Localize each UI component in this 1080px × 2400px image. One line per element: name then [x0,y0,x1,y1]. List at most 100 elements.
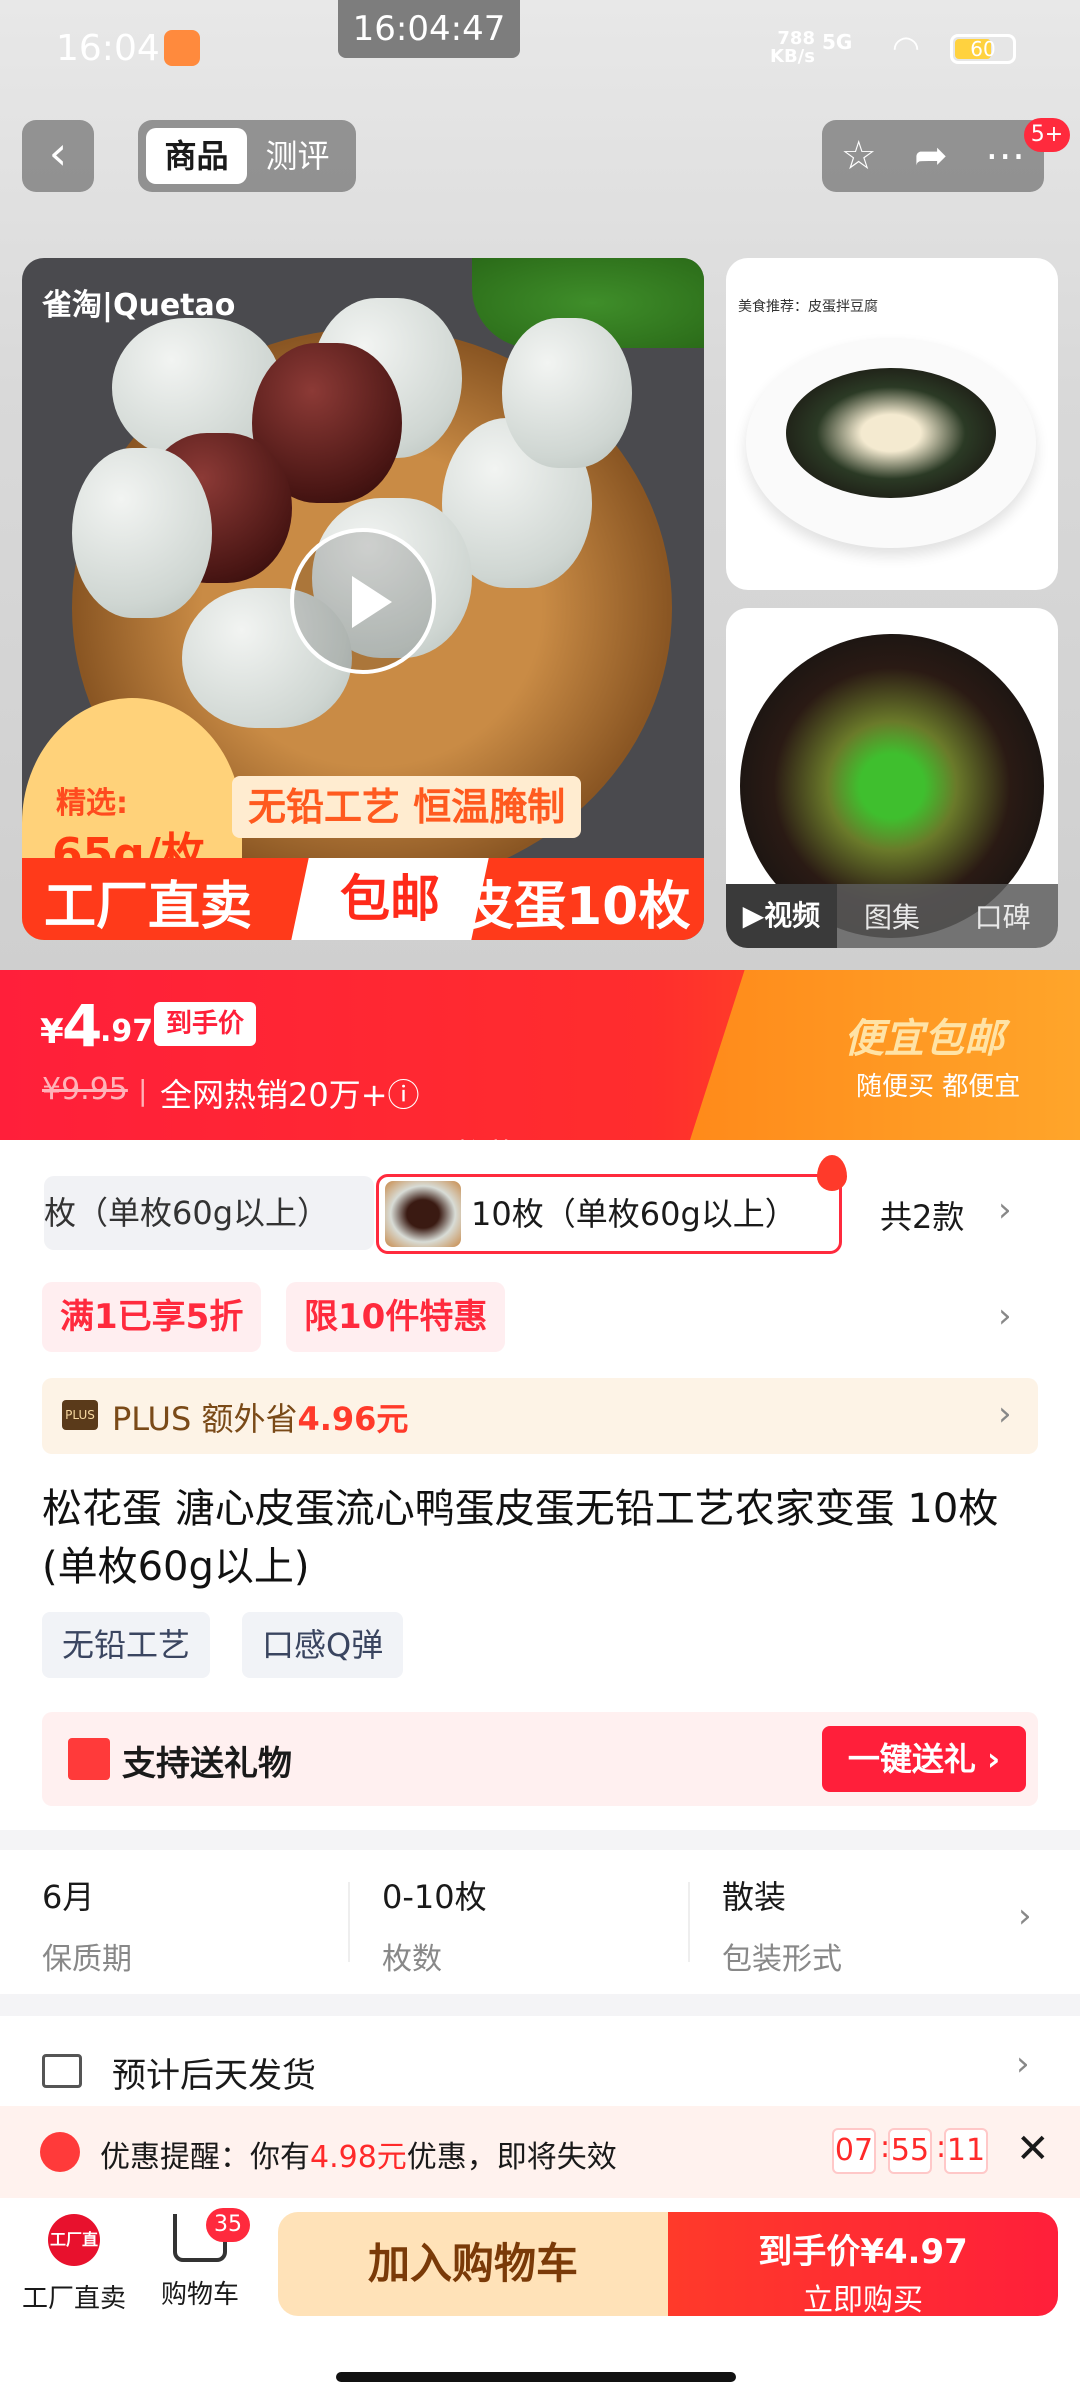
price-banner: ¥ 4 .97 到手价 ¥9.95 | 全网热销20万+ⓘ 便宜包邮 随便买 都… [0,970,1080,1140]
hot-fire-icon [817,1155,847,1191]
cart-badge: 35 [206,2208,250,2242]
buy-label: 立即购买 [803,2283,923,2318]
promo-factory-text: 工厂直卖 [44,877,253,937]
plus-savings-row[interactable]: PLUS PLUS 额外省4.96元 › [42,1378,1038,1454]
promo-craft-text: 无铅工艺 恒温腌制 [232,776,582,838]
sku-total[interactable]: 共2款 [880,1192,964,1238]
network-speed: 788 KB/s [770,28,815,67]
sku-selected-label: 10枚（单枚60g以上） [471,1195,797,1233]
cart-button[interactable]: 35 购物车 [140,2208,260,2311]
top-actions: ☆ ➦ ⋯ [822,120,1044,192]
app-mascot-icon [164,30,200,66]
sales-count[interactable]: 全网热销20万+ⓘ [160,1070,420,1116]
gift-row: 支持送礼物 一键送礼 › [42,1712,1038,1806]
gift-icon [68,1738,110,1780]
final-price-tag: 到手价 [154,1002,257,1046]
feature-tag: 口感Q弹 [242,1612,404,1678]
price-decimal: .97 [100,1014,154,1049]
countdown-hours: 07 [832,2128,876,2174]
media-tab-video[interactable]: ▶视频 [726,884,837,948]
tab-review[interactable]: 测评 [247,128,348,184]
divider [348,1882,350,1962]
home-indicator[interactable] [336,2372,736,2382]
chevron-right-icon: › [998,1394,1012,1434]
product-info: 榴莲 枚（单枚60g以上） 10枚（单枚60g以上） 共2款 › 满1已享5折 … [0,1138,1080,1830]
plus-icon: PLUS [62,1400,98,1430]
chevron-left-icon: ‹ [48,126,68,180]
sku-thumbnail [385,1181,461,1247]
favorite-star-icon[interactable]: ☆ [841,133,877,179]
spec-shelf-life: 6月 保质期 [42,1878,132,1977]
spec-packaging: 散装 包装形式 [722,1878,842,1977]
side-caption: 美食推荐：皮蛋拌豆腐 [738,299,878,315]
media-tabs: ▶视频 图集 口碑 [726,884,1058,948]
spec-count: 0-10枚 枚数 [382,1878,487,1977]
factory-label: 工厂直卖 [21,2284,126,2314]
share-icon[interactable]: ➦ [914,133,948,179]
status-time: 16:04 [56,28,160,69]
notification-badge: 5+ [1024,118,1070,152]
brand-logo: 雀淘|Quetao [42,288,236,323]
gift-text: 支持送礼物 [122,1744,292,1784]
divider [688,1882,690,1962]
feature-tag: 无铅工艺 [42,1612,211,1678]
status-bar: 16:04 16:04:47 788 KB/s 5G ◠ 60 [0,0,1080,100]
sku-option-selected[interactable]: 10枚（单枚60g以上） [376,1155,847,1254]
promo-tag-discount[interactable]: 满1已享5折 [42,1282,262,1352]
plus-text: PLUS 额外省4.96元 [112,1400,409,1438]
tab-product[interactable]: 商品 [146,128,247,184]
countdown-seconds: 11 [944,2128,988,2174]
food-image [786,368,996,498]
coupon-reminder: 优惠提醒：你有4.98元优惠，即将失效 07 : 55 : 11 ✕ [0,2106,1080,2198]
reminder-text: 优惠提醒：你有4.98元优惠，即将失效 [100,2140,617,2175]
app-root: 16:04 16:04:47 788 KB/s 5G ◠ 60 ‹ 商品 测评 ☆… [0,0,1080,2400]
chevron-right-icon[interactable]: › [998,1296,1012,1336]
truck-icon [42,2054,82,2088]
add-to-cart-button[interactable]: 加入购物车 [278,2212,668,2316]
wifi-icon: ◠ [892,28,920,66]
chevron-right-icon[interactable]: › [998,1190,1012,1230]
product-title: 松花蛋 溏心皮蛋流心鸭蛋皮蛋无铅工艺农家变蛋 10枚(单枚60g以上) [42,1486,999,1590]
bottom-action-bar: 工厂直卖 工厂直卖 35 购物车 加入购物车 到手价¥4.97 立即购买 [0,2198,1080,2400]
product-header-area: 16:04 16:04:47 788 KB/s 5G ◠ 60 ‹ 商品 测评 ☆… [0,0,1080,970]
egg-image [502,318,632,468]
back-button[interactable]: ‹ [22,120,94,192]
factory-direct-button[interactable]: 工厂直卖 工厂直卖 [14,2214,134,2315]
watermark-text: 榴莲 [456,1138,516,1173]
battery-icon: 60 [950,34,1016,64]
media-tab-gallery[interactable]: 图集 [837,896,948,936]
side-image-tofu[interactable]: 美食推荐：皮蛋拌豆腐 [726,258,1058,590]
promo-count-text: 皮蛋10枚 [462,877,691,937]
buy-now-button[interactable]: 到手价¥4.97 立即购买 [668,2212,1058,2318]
sku-option-other[interactable]: 枚（单枚60g以上） [44,1176,374,1250]
more-icon[interactable]: ⋯ [985,133,1025,179]
chevron-right-icon: › [1018,1896,1032,1936]
buy-price: 到手价¥4.97 [758,2232,968,2272]
promo-tag-limited[interactable]: 限10件特惠 [286,1282,506,1352]
price-integer: 4 [62,992,103,1060]
clock-icon [40,2132,80,2172]
promo-right-subtitle: 随便买 都便宜 [856,1072,1021,1102]
egg-image [72,448,212,618]
price-currency: ¥ [40,1012,64,1052]
shipping-text: 预计后天发货 [112,2056,316,2096]
promo-free-badge: 包邮 [291,858,489,940]
factory-icon: 工厂直卖 [48,2214,100,2301]
play-video-icon[interactable] [290,528,436,674]
original-price: ¥9.95 [42,1072,128,1107]
chevron-right-icon: › [1016,2044,1030,2084]
promo-red-strip: 工厂直卖 包邮 皮蛋10枚 [22,858,704,940]
screen-recorder-time: 16:04:47 [338,0,520,58]
promo-select-text: 精选: [56,786,128,821]
main-product-image[interactable]: 雀淘|Quetao 精选: 65g/枚 无铅工艺 恒温腌制 工厂直卖 包邮 皮蛋… [22,258,704,940]
countdown-minutes: 55 [888,2128,932,2174]
signal-icon: 5G [822,30,853,54]
close-icon[interactable]: ✕ [1016,2126,1050,2172]
send-gift-button[interactable]: 一键送礼 › [822,1726,1026,1792]
media-tab-reviews[interactable]: 口碑 [947,896,1058,936]
cart-label: 购物车 [160,2280,239,2310]
spec-row[interactable]: 6月 保质期 0-10枚 枚数 散装 包装形式 › [0,1850,1080,1994]
price-separator: | [138,1074,148,1107]
promo-right-title: 便宜包邮 [844,1016,1004,1062]
top-tabs: 商品 测评 [138,120,356,192]
